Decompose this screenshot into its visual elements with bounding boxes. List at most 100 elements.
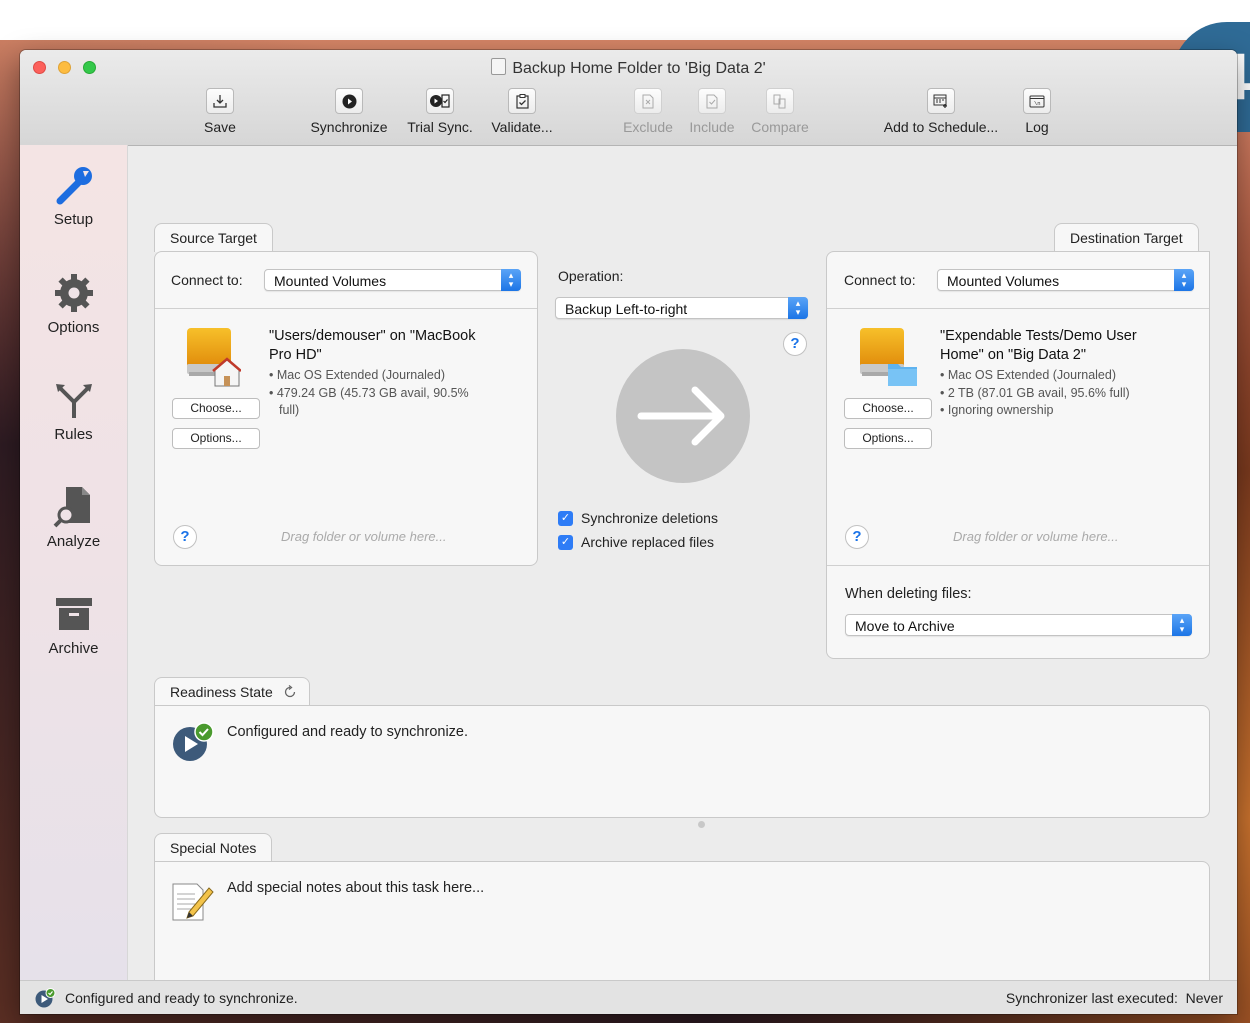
status-ready-icon <box>34 988 56 1008</box>
compare-icon <box>766 88 794 114</box>
compare-label: Compare <box>751 119 809 135</box>
destination-tab-label: Destination Target <box>1070 230 1183 246</box>
source-volume-name: "Users/demouser" on "MacBook Pro HD" <box>269 327 475 365</box>
synchronize-button[interactable]: Synchronize <box>305 88 393 135</box>
main-content: Source Target Connect to: Mounted Volume… <box>127 145 1237 1005</box>
operation-value: Backup Left-to-right <box>565 301 688 317</box>
save-icon <box>206 88 234 114</box>
gear-icon <box>52 271 96 315</box>
app-window: Backup Home Folder to 'Big Data 2' Save … <box>20 50 1237 1014</box>
destination-volume-info: • Mac OS Extended (Journaled) • 2 TB (87… <box>940 367 1130 420</box>
sidebar-item-rules[interactable]: Rules <box>20 378 127 443</box>
source-choose-button[interactable]: Choose... <box>172 398 260 419</box>
sidebar: Setup Options Rules Analyze Archive <box>20 145 128 980</box>
sidebar-item-label: Analyze <box>46 533 101 550</box>
tab-readiness-state: Readiness State <box>154 677 310 706</box>
add-to-schedule-label: Add to Schedule... <box>883 119 999 135</box>
archive-replaced-checkbox[interactable]: ✓ <box>558 535 573 550</box>
ready-status-icon <box>171 722 215 762</box>
destination-options-button[interactable]: Options... <box>844 428 932 449</box>
source-help-button[interactable]: ? <box>173 525 197 549</box>
sidebar-item-archive[interactable]: Archive <box>20 592 127 657</box>
deleting-files-select[interactable]: Move to Archive ▴ ▾ <box>845 614 1192 636</box>
special-notes-text[interactable]: Add special notes about this task here..… <box>227 880 484 896</box>
window-title-text: Backup Home Folder to 'Big Data 2' <box>512 60 766 77</box>
sidebar-item-label: Options <box>47 319 100 336</box>
log-button[interactable]: \n Log <box>1020 88 1054 135</box>
operation-help-button[interactable]: ? <box>783 332 807 356</box>
status-left-text: Configured and ready to synchronize. <box>65 990 298 1006</box>
include-button[interactable]: Include <box>684 88 740 135</box>
sidebar-item-analyze[interactable]: Analyze <box>20 485 127 550</box>
exclude-icon <box>634 88 662 114</box>
fork-arrows-icon <box>52 378 96 422</box>
right-arrow-icon <box>615 348 751 484</box>
readiness-message: Configured and ready to synchronize. <box>227 724 469 740</box>
save-button[interactable]: Save <box>202 88 238 135</box>
operation-label: Operation: <box>558 268 624 284</box>
popup-arrows-icon: ▴ ▾ <box>1172 614 1192 636</box>
exclude-button[interactable]: Exclude <box>619 88 677 135</box>
source-target-panel: Connect to: Mounted Volumes ▴ ▾ "Users/de… <box>154 251 538 566</box>
tab-destination-target: Destination Target <box>1054 223 1199 252</box>
calendar-add-icon <box>927 88 955 114</box>
trial-sync-label: Trial Sync. <box>407 119 473 135</box>
source-volume-line: Pro HD" <box>269 347 322 363</box>
destination-info-line: • 2 TB (87.01 GB avail, 95.6% full) <box>940 385 1130 400</box>
add-to-schedule-button[interactable]: Add to Schedule... <box>875 88 1007 135</box>
refresh-icon[interactable] <box>283 680 297 708</box>
trial-sync-button[interactable]: Trial Sync. <box>403 88 477 135</box>
destination-connect-value: Mounted Volumes <box>947 273 1060 289</box>
titlebar: Backup Home Folder to 'Big Data 2' Save … <box>20 50 1237 146</box>
destination-info-line: • Mac OS Extended (Journaled) <box>940 368 1116 382</box>
source-connect-select[interactable]: Mounted Volumes ▴ ▾ <box>264 269 521 291</box>
source-volume-line: "Users/demouser" on "MacBook <box>269 328 476 344</box>
source-info-line: • Mac OS Extended (Journaled) <box>269 368 445 382</box>
sidebar-item-label: Setup <box>53 211 94 228</box>
synchronize-label: Synchronize <box>310 119 388 135</box>
sidebar-item-setup[interactable]: Setup <box>20 163 127 228</box>
popup-arrows-icon: ▴ ▾ <box>1174 269 1194 291</box>
operation-select[interactable]: Backup Left-to-right ▴ ▾ <box>555 297 808 319</box>
destination-volume-line: "Expendable Tests/Demo User <box>940 328 1137 344</box>
divider <box>155 308 537 309</box>
sidebar-item-options[interactable]: Options <box>20 271 127 336</box>
popup-arrows-icon: ▴ ▾ <box>788 297 808 319</box>
destination-target-panel: Connect to: Mounted Volumes ▴ ▾ "Expendab… <box>826 251 1210 659</box>
sidebar-item-label: Rules <box>54 426 93 443</box>
sync-deletions-checkbox[interactable]: ✓ <box>558 511 573 526</box>
destination-choose-button[interactable]: Choose... <box>844 398 932 419</box>
compare-button[interactable]: Compare <box>747 88 813 135</box>
source-drag-hint: Drag folder or volume here... <box>281 529 447 544</box>
include-label: Include <box>689 119 735 135</box>
destination-connect-select[interactable]: Mounted Volumes ▴ ▾ <box>937 269 1194 291</box>
destination-connect-label: Connect to: <box>844 272 916 288</box>
archive-replaced-label: Archive replaced files <box>581 534 715 550</box>
log-label: Log <box>1025 119 1049 135</box>
validate-label: Validate... <box>491 119 553 135</box>
source-info-line: full) <box>279 403 300 417</box>
deleting-files-label: When deleting files: <box>845 586 972 602</box>
source-volume-info: • Mac OS Extended (Journaled) • 479.24 G… <box>269 367 469 420</box>
split-view-handle[interactable] <box>698 821 705 828</box>
sidebar-item-label: Archive <box>48 640 99 657</box>
trial-sync-icon <box>426 88 454 114</box>
divider <box>827 308 1209 309</box>
status-right-text: Synchronizer last executed: Never <box>1005 990 1223 1006</box>
source-connect-label: Connect to: <box>171 272 243 288</box>
deleting-files-value: Move to Archive <box>855 618 955 634</box>
destination-help-button[interactable]: ? <box>845 525 869 549</box>
save-label: Save <box>204 119 236 135</box>
notes-tab-label: Special Notes <box>170 840 257 856</box>
folder-drive-icon <box>858 326 920 388</box>
include-icon <box>698 88 726 114</box>
validate-button[interactable]: Validate... <box>486 88 558 135</box>
play-icon <box>335 88 363 114</box>
source-tab-label: Source Target <box>170 230 257 246</box>
source-options-button[interactable]: Options... <box>172 428 260 449</box>
readiness-tab-label: Readiness State <box>170 684 273 700</box>
tab-source-target: Source Target <box>154 223 273 252</box>
clipboard-check-icon <box>508 88 536 114</box>
note-pencil-icon <box>171 880 215 924</box>
status-bar: Configured and ready to synchronize. Syn… <box>20 980 1237 1014</box>
